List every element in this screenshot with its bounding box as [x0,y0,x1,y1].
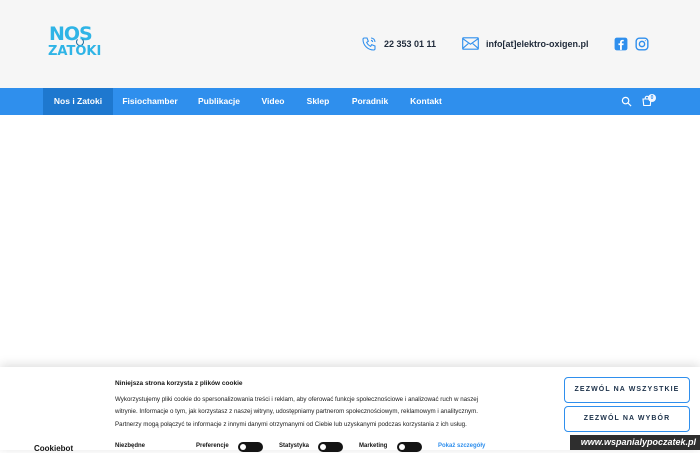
allow-all-button[interactable]: ZEZWÓL NA WSZYSTKIE [564,377,690,403]
statistics-toggle[interactable] [318,442,343,452]
allow-selection-button[interactable]: ZEZWÓL NA WYBÓR [564,406,690,432]
nav-item-nos-i-zatoki[interactable]: Nos i Zatoki [43,88,113,115]
cart-count-badge: 0 [648,94,656,102]
instagram-icon[interactable] [635,37,649,51]
logo-text-nos: NOS [49,23,93,45]
watermark: www.wspanialypoczatek.pl [570,435,700,450]
email-address: info[at]elektro-oxigen.pl [486,38,589,49]
toggle-knob [320,444,326,450]
site-logo[interactable]: NOS ZATOKI [46,24,108,64]
toggle-knob [240,444,246,450]
marketing-toggle[interactable] [397,442,422,452]
phone-icon [362,37,376,51]
facebook-icon[interactable] [614,37,628,51]
preferences-toggle[interactable] [238,442,263,452]
cookie-text-line: Partnerzy mogą połączyć te informacje z … [115,420,467,428]
logo-text-zatoki: ZATOKI [48,44,102,59]
nav-item-sklep[interactable]: Sklep [302,88,334,115]
necessary-label: Niezbędne [115,443,146,449]
nav-item-poradnik[interactable]: Poradnik [347,88,393,115]
search-icon[interactable] [621,96,632,107]
watermark-text: www.wspanialypoczatek.pl [580,437,696,447]
mail-icon [462,37,479,50]
cookie-text-line: witrynie. Informacje o tym, jak korzysta… [115,408,479,416]
main-navigation: Nos i Zatoki Fisiochamber Publikacje Vid… [0,88,700,115]
cookie-description: Wykorzystujemy pliki cookie do spersonal… [115,394,535,431]
phone-number: 22 353 01 11 [384,39,437,49]
nav-item-publikacje[interactable]: Publikacje [194,88,244,115]
cookie-text-line: Wykorzystujemy pliki cookie do spersonal… [115,396,479,403]
contact-phone[interactable]: 22 353 01 11 [361,36,436,52]
preferences-label: Preferencje [196,443,229,449]
statistics-label: Statystyka [279,443,310,449]
marketing-label: Marketing [359,443,388,449]
nav-item-video[interactable]: Video [257,88,289,115]
top-header: NOS ZATOKI 22 353 01 11 info[at]elektro-… [0,0,700,88]
cookiebot-logo: Cookiebot [34,444,74,453]
cookie-title: Niniejsza strona korzysta z plików cooki… [115,380,243,387]
show-details-link[interactable]: Pokaż szczegóły [438,443,485,449]
nav-item-kontakt[interactable]: Kontakt [405,88,447,115]
contact-email[interactable]: info[at]elektro-oxigen.pl [462,36,589,51]
toggle-knob [399,444,405,450]
nav-item-fisiochamber[interactable]: Fisiochamber [119,88,181,115]
